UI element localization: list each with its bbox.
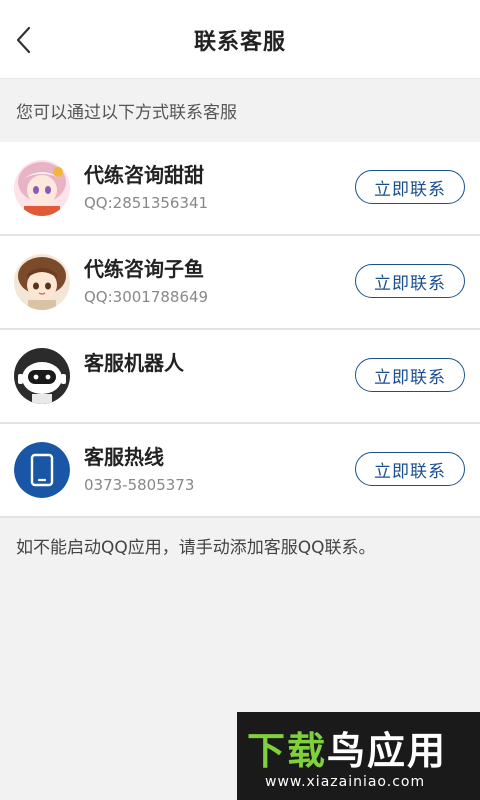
contact-name: 代练咨询子鱼 (84, 257, 204, 281)
watermark-title: 下载鸟应用 (247, 720, 447, 775)
contact-name: 客服机器人 (84, 351, 184, 375)
phone-icon (14, 442, 70, 498)
top-bar: 联系客服 (0, 0, 480, 79)
contact-now-button[interactable]: 立即联系 (355, 452, 465, 486)
contact-phone: 0373-5805373 (84, 476, 195, 494)
anime-girl-brown-avatar (14, 254, 70, 310)
contact-row-tiantian: 代练咨询甜甜 QQ:2851356341 立即联系 (0, 142, 480, 236)
anime-girl-pink-avatar (14, 160, 70, 216)
watermark-url: www.xiazainiao.com (265, 774, 426, 790)
contact-now-button[interactable]: 立即联系 (355, 264, 465, 298)
watermark-title-part2: 鸟应用 (327, 729, 448, 773)
watermark-title-part1: 下载 (247, 729, 328, 773)
contact-row-hotline: 客服热线 0373-5805373 立即联系 (0, 424, 480, 518)
contact-now-button[interactable]: 立即联系 (355, 170, 465, 204)
contact-row-ziyu: 代练咨询子鱼 QQ:3001788649 立即联系 (0, 236, 480, 330)
contact-list: 代练咨询甜甜 QQ:2851356341 立即联系 代练咨询子鱼 QQ:3001… (0, 142, 480, 518)
robot-avatar (14, 348, 70, 404)
contact-name: 客服热线 (84, 445, 164, 469)
contact-now-button[interactable]: 立即联系 (355, 358, 465, 392)
contact-qq: QQ:2851356341 (84, 194, 209, 212)
page-title: 联系客服 (193, 30, 286, 55)
help-note: 如不能启动QQ应用，请手动添加客服QQ联系。 (16, 538, 376, 558)
contact-qq: QQ:3001788649 (84, 288, 209, 306)
contact-row-robot: 客服机器人 立即联系 (0, 330, 480, 424)
contact-name: 代练咨询甜甜 (84, 163, 204, 187)
watermark-logo: 下载鸟应用 www.xiazainiao.com (237, 712, 480, 800)
intro-text: 您可以通过以下方式联系客服 (16, 103, 237, 123)
